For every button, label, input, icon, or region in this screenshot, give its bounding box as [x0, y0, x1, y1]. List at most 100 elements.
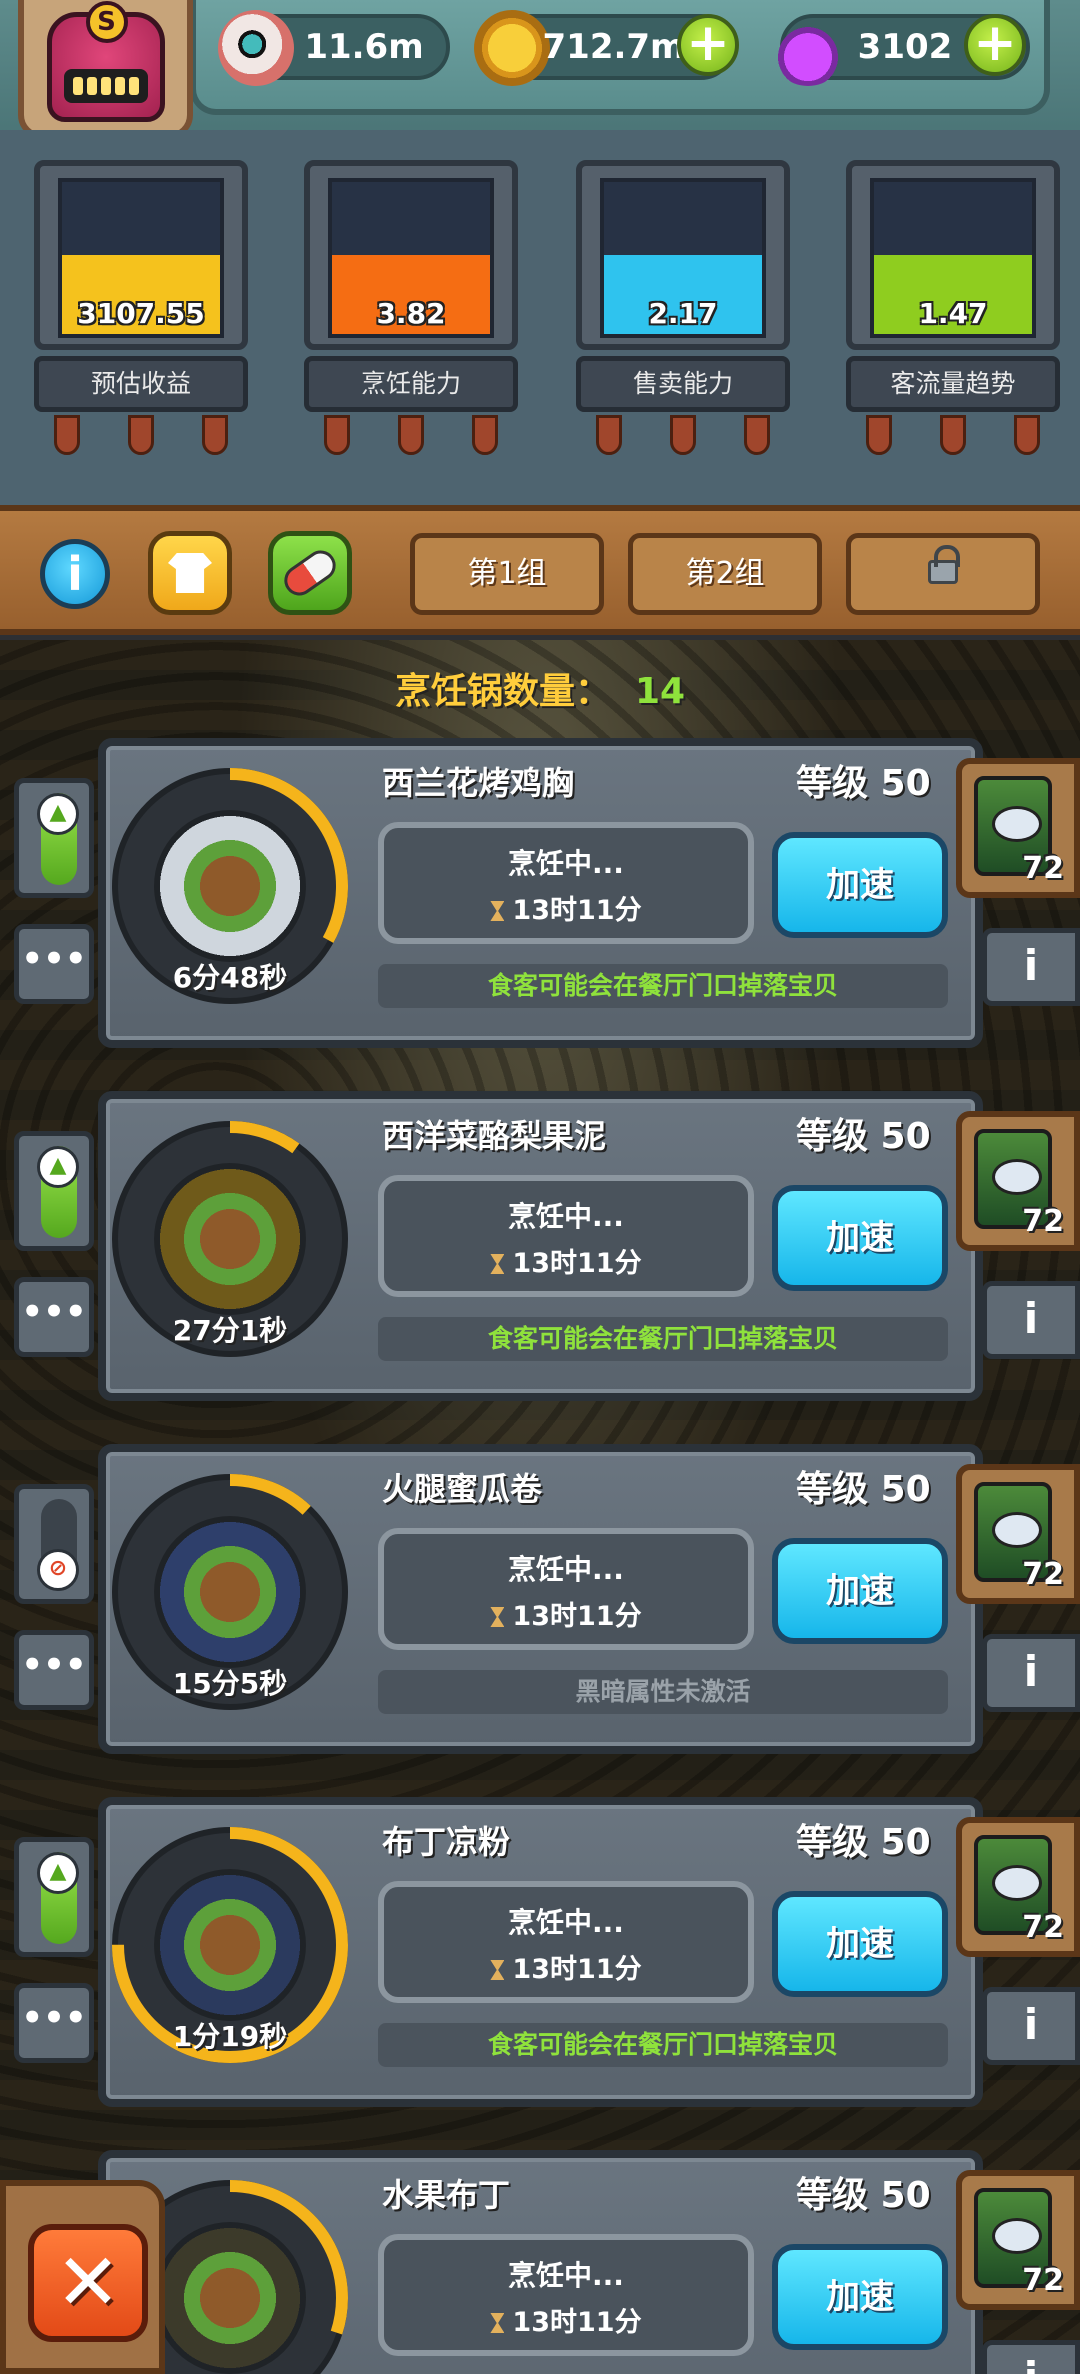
reward-count: 72 — [1022, 1557, 1064, 1592]
pot-count: 烹饪锅数量： 14 — [0, 662, 1080, 714]
blocked-icon: ⊘ — [37, 1549, 79, 1591]
tank-frame: 2.17 — [576, 160, 790, 350]
dish-timer: 27分1秒 — [172, 1314, 288, 1347]
dish-level: 等级 50 — [796, 1822, 931, 1863]
stat-label: 客流量趋势 — [846, 356, 1060, 412]
drop-note: 黑暗属性未激活 — [378, 1670, 948, 1714]
recipe-info-button[interactable]: i — [982, 928, 1080, 1006]
monster-face-icon: S — [46, 0, 165, 122]
shirt-icon — [168, 553, 212, 593]
close-panel: ✕ — [0, 2180, 165, 2374]
tab-group-2[interactable]: 第2组 — [628, 533, 822, 615]
stat-label: 预估收益 — [34, 356, 248, 412]
tab-group-1[interactable]: 第1组 — [410, 533, 604, 615]
recipe-info-button[interactable]: i — [982, 2340, 1080, 2374]
tank-glass: 3107.55 — [58, 178, 224, 338]
speed-up-button[interactable]: 加速 — [772, 1891, 948, 1997]
remaining-time: 13时11分 — [512, 2307, 642, 2338]
group-toolbar: i 第1组 第2组 — [0, 505, 1080, 635]
hourglass-icon — [490, 1607, 505, 1627]
speed-up-button[interactable]: 加速 — [772, 1538, 948, 1644]
auto-cook-toggle[interactable]: ▲ — [14, 1837, 94, 1957]
add-coins-button[interactable]: + — [677, 14, 739, 76]
cooking-status: 烹饪中... 13时11分 — [378, 1528, 754, 1650]
info-button[interactable]: i — [40, 539, 110, 609]
stat-tank: 1.47 客流量趋势 — [846, 160, 1060, 455]
more-options-button[interactable]: ••• — [14, 924, 94, 1004]
auto-cook-toggle[interactable]: ▲ — [14, 1131, 94, 1251]
drop-note: 食客可能会在餐厅门口掉落宝贝 — [378, 2023, 948, 2067]
outfit-button[interactable] — [148, 531, 232, 615]
close-button[interactable]: ✕ — [28, 2224, 148, 2342]
reward-item[interactable]: 72 — [956, 1464, 1080, 1604]
dish-image — [154, 1516, 306, 1668]
remaining-time: 13时11分 — [512, 1601, 642, 1632]
recipe-card: ⊘ ••• 15分5秒 火腿蜜瓜卷 等级 50 烹饪中... 13时11分 加速 黑暗属性未激活… — [0, 1444, 1080, 1754]
add-potions-button[interactable]: + — [964, 14, 1026, 76]
stat-value: 3.82 — [376, 297, 446, 330]
remaining-time: 13时11分 — [512, 895, 642, 926]
dish-level: 等级 50 — [796, 1116, 931, 1157]
auto-cook-toggle[interactable]: ▲ — [14, 778, 94, 898]
arrow-up-icon: ▲ — [37, 1852, 79, 1894]
more-options-button[interactable]: ••• — [14, 1277, 94, 1357]
speed-up-button[interactable]: 加速 — [772, 2244, 948, 2350]
tank-frame: 3107.55 — [34, 160, 248, 350]
remaining-time: 13时11分 — [512, 1954, 642, 1985]
dish-name: 布丁凉粉 — [382, 1823, 511, 1861]
stat-tank: 2.17 售卖能力 — [576, 160, 790, 455]
close-icon: ✕ — [55, 2238, 121, 2328]
tab-locked[interactable] — [846, 533, 1040, 615]
cooking-status: 烹饪中... 13时11分 — [378, 1881, 754, 2003]
reward-item[interactable]: 72 — [956, 1817, 1080, 1957]
pot-count-label: 烹饪锅数量： — [394, 671, 611, 712]
auto-cook-toggle[interactable]: ⊘ — [14, 1484, 94, 1604]
lock-icon — [928, 545, 960, 584]
dish-image — [154, 2222, 306, 2374]
recipe-info-button[interactable]: i — [982, 1634, 1080, 1712]
tank-glass: 2.17 — [600, 178, 766, 338]
reward-item[interactable]: 72 — [956, 1111, 1080, 1251]
dish-image — [154, 1163, 306, 1315]
dish-level: 等级 50 — [796, 763, 931, 804]
reward-count: 72 — [1022, 2263, 1064, 2298]
dish-name: 西兰花烤鸡胸 — [382, 764, 575, 802]
reward-item[interactable]: 72 — [956, 2170, 1080, 2310]
dish-image — [154, 1869, 306, 2021]
more-options-button[interactable]: ••• — [14, 1630, 94, 1710]
rank-badge: S — [85, 0, 128, 43]
status-text: 烹饪中... — [508, 1200, 624, 1233]
hourglass-icon — [490, 901, 505, 921]
stat-value: 2.17 — [648, 297, 718, 330]
recipe-info-button[interactable]: i — [982, 1281, 1080, 1359]
recipe-info-button[interactable]: i — [982, 1987, 1080, 2065]
tank-frame: 3.82 — [304, 160, 518, 350]
speed-up-button[interactable]: 加速 — [772, 1185, 948, 1291]
hourglass-icon — [490, 1960, 505, 1980]
reward-count: 72 — [1022, 1910, 1064, 1945]
remaining-time: 13时11分 — [512, 1248, 642, 1279]
info-icon: i — [67, 547, 83, 601]
reward-item[interactable]: 72 — [956, 758, 1080, 898]
stat-value: 1.47 — [918, 297, 988, 330]
status-text: 烹饪中... — [508, 1553, 624, 1586]
eyeball-counter: 11.6m — [218, 10, 450, 86]
more-options-button[interactable]: ••• — [14, 1983, 94, 2063]
hourglass-icon — [490, 2313, 505, 2333]
player-avatar[interactable]: S — [18, 0, 193, 139]
stat-value: 3107.55 — [77, 297, 205, 330]
hourglass-icon — [490, 1254, 505, 1274]
speed-up-button[interactable]: 加速 — [772, 832, 948, 938]
dish-name: 火腿蜜瓜卷 — [382, 1470, 543, 1508]
stat-label: 烹饪能力 — [304, 356, 518, 412]
reward-count: 72 — [1022, 851, 1064, 886]
dish-name: 西洋菜酪梨果泥 — [382, 1117, 607, 1155]
tank-glass: 3.82 — [328, 178, 494, 338]
pill-icon — [278, 544, 342, 602]
arrow-up-icon: ▲ — [37, 1146, 79, 1188]
recipe-card: ▲ ••• 1分19秒 布丁凉粉 等级 50 烹饪中... 13时11分 加速 食客可能会在餐厅… — [0, 1797, 1080, 2107]
dish-image — [154, 810, 306, 962]
recipe-card: ▲ ••• 27分1秒 西洋菜酪梨果泥 等级 50 烹饪中... 13时11分 加速 食客可能会… — [0, 1091, 1080, 1401]
boost-button[interactable] — [268, 531, 352, 615]
status-text: 烹饪中... — [508, 2259, 624, 2292]
